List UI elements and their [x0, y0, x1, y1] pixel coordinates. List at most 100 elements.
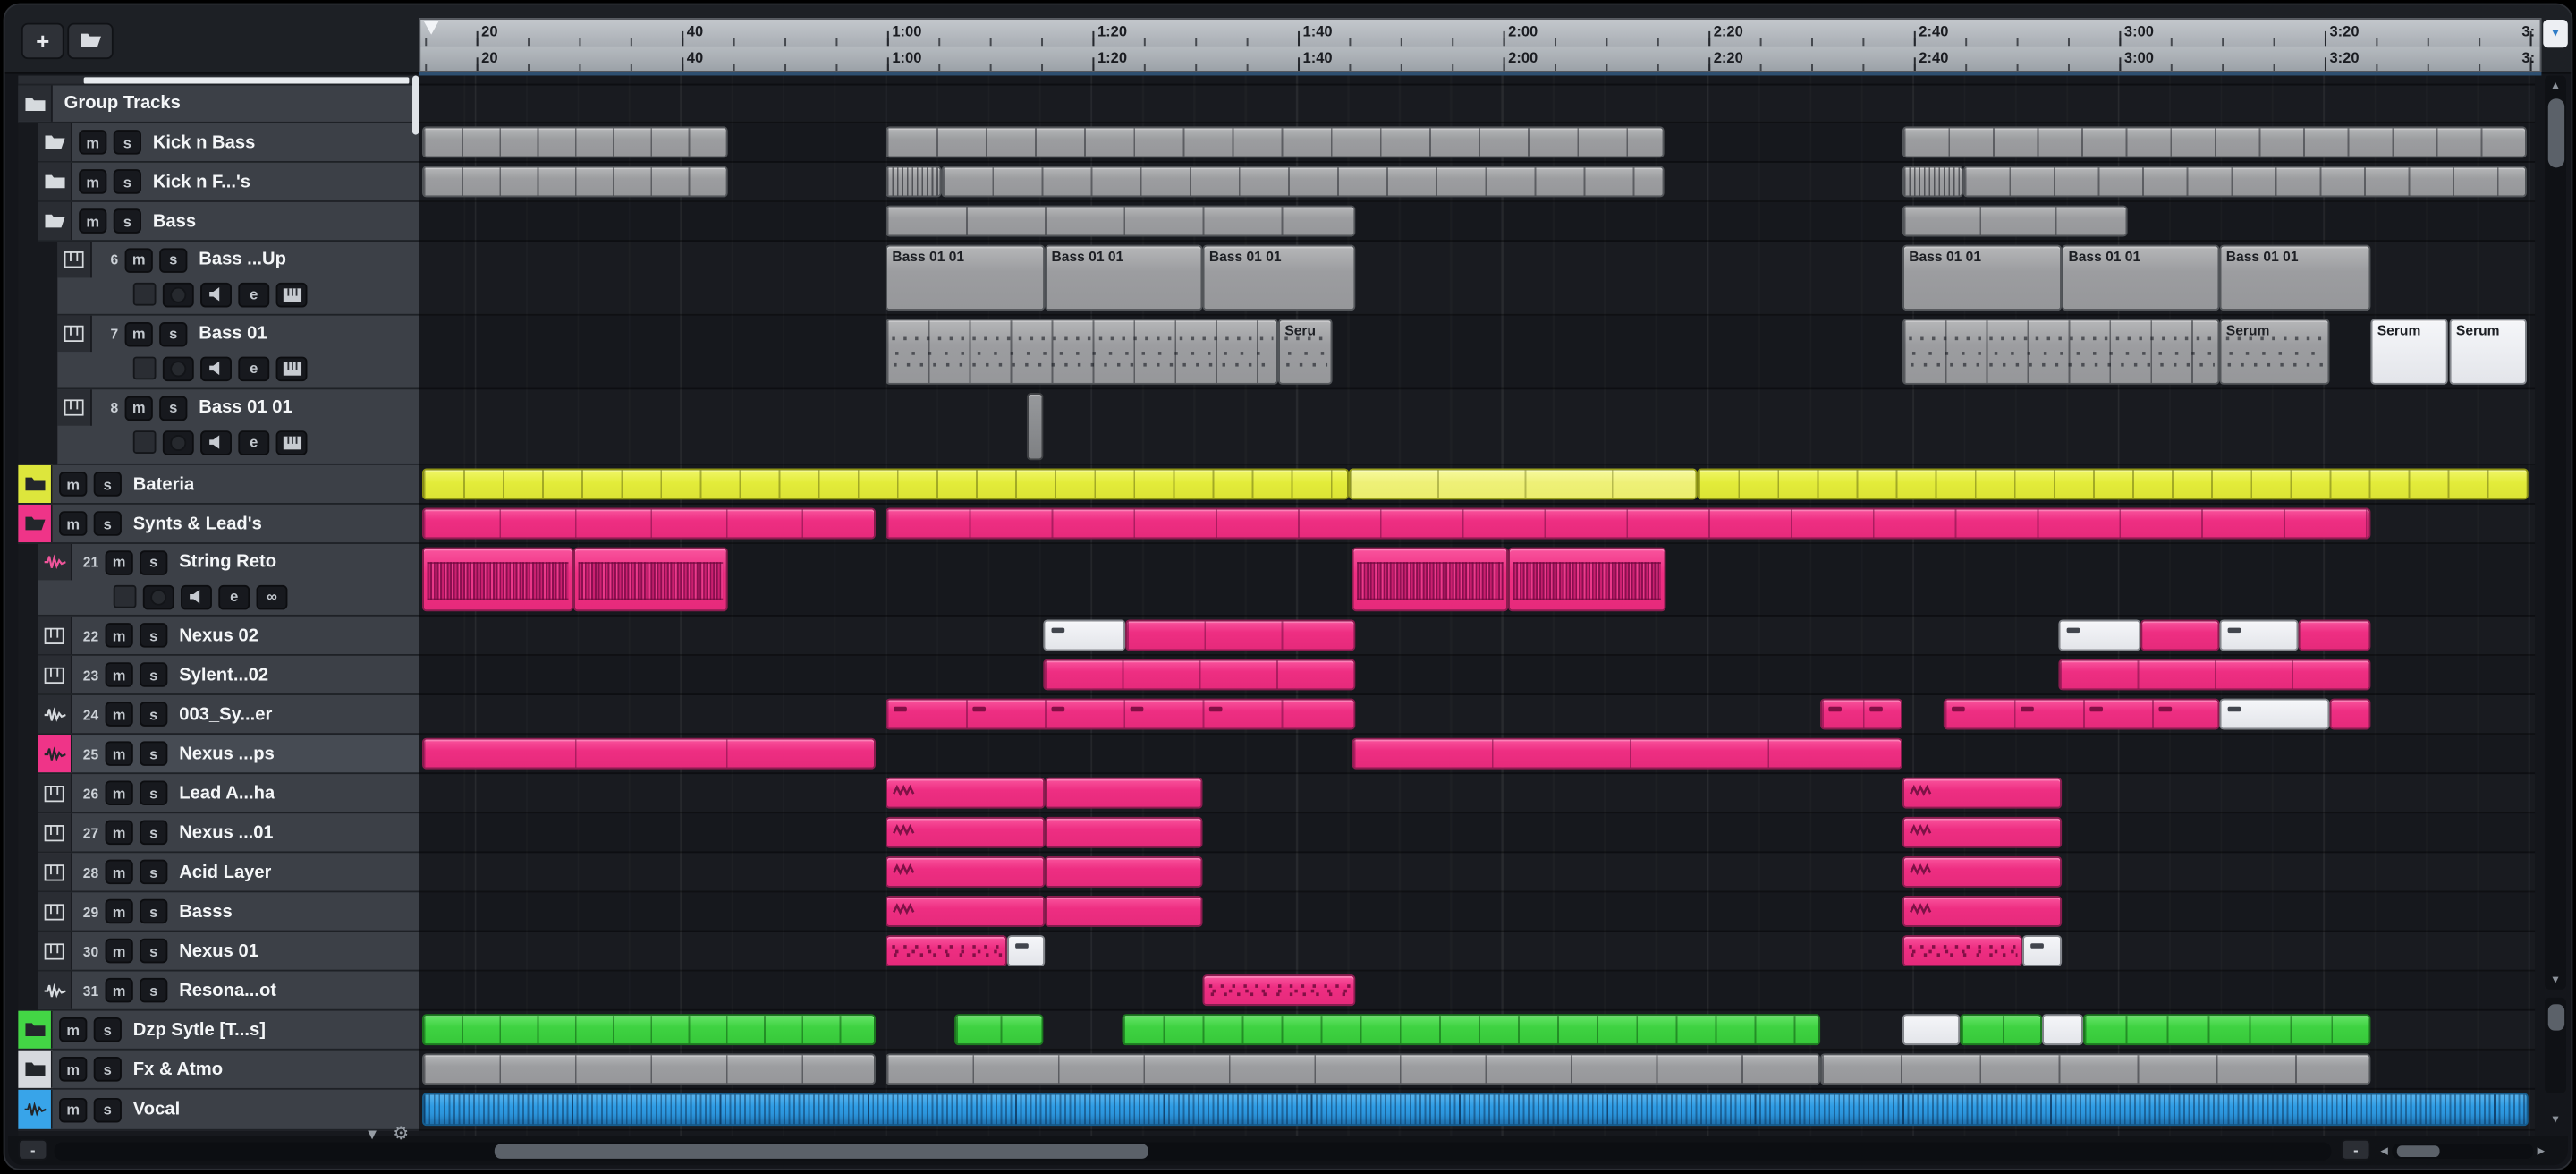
clip-bass-01-01[interactable]: Bass 01 01 — [1902, 244, 2063, 311]
mini-scroll-right-button[interactable]: ▶ — [2538, 1145, 2545, 1157]
record-arm-button[interactable] — [162, 281, 194, 307]
solo-button[interactable]: s — [140, 859, 168, 885]
clip[interactable] — [885, 816, 1046, 848]
monitor-button[interactable] — [200, 430, 232, 455]
track-row-resona-ot[interactable]: 31 m s Resona...ot — [38, 971, 419, 1011]
timeline-ruler-row[interactable]: 20 40 1:00 1:20 1:40 2:00 2:20 2:40 3:00 3:20 3: — [420, 46, 2540, 71]
track-row-bass-01[interactable]: 7 m s Bass 01 e — [57, 315, 419, 390]
clip[interactable] — [1902, 816, 2063, 848]
track-row-nexus-01[interactable]: 30 m s Nexus 01 — [38, 932, 419, 972]
clip[interactable] — [1006, 935, 1046, 966]
mute-button[interactable]: m — [124, 321, 153, 346]
solo-button[interactable]: s — [113, 208, 141, 234]
solo-button[interactable]: s — [140, 820, 168, 846]
solo-button[interactable]: s — [93, 472, 122, 497]
timeline-ruler[interactable]: 20 40 1:00 1:20 1:40 2:00 2:20 2:40 3:00 3:20 3: 20… — [419, 18, 2542, 72]
clip[interactable] — [885, 777, 1046, 809]
clip-serum[interactable]: Serum — [2219, 319, 2330, 385]
clip[interactable] — [1962, 166, 2527, 198]
clip[interactable] — [1902, 855, 2063, 888]
clip[interactable] — [2082, 1014, 2371, 1046]
clip[interactable] — [1902, 896, 2063, 927]
solo-button[interactable]: s — [113, 169, 141, 194]
mute-button[interactable]: m — [105, 702, 133, 727]
instrument-icon[interactable] — [275, 355, 308, 381]
clip[interactable] — [2140, 619, 2220, 651]
monitor-button[interactable] — [200, 355, 232, 381]
clip-serum[interactable]: Serum — [2449, 319, 2527, 385]
solo-button[interactable]: s — [140, 623, 168, 648]
solo-button[interactable]: s — [93, 1057, 122, 1082]
track-row-acid-layer[interactable]: 28 m s Acid Layer — [38, 853, 419, 893]
clip[interactable] — [885, 698, 1356, 730]
mute-button[interactable]: m — [59, 1097, 88, 1122]
clip[interactable] — [885, 855, 1046, 888]
zoom-out-tracks-button[interactable]: - — [18, 1138, 48, 1161]
clip[interactable] — [954, 1014, 1044, 1046]
edit-channel-button[interactable]: e — [238, 355, 270, 381]
solo-button[interactable]: s — [140, 977, 168, 1003]
open-folder-button[interactable] — [67, 22, 114, 60]
solo-button[interactable]: s — [93, 1097, 122, 1122]
instrument-icon[interactable] — [275, 430, 308, 455]
mute-button[interactable]: m — [105, 977, 133, 1003]
clip[interactable] — [1820, 698, 1902, 730]
edit-channel-button[interactable]: e — [238, 430, 270, 455]
clip[interactable] — [1348, 468, 1698, 500]
solo-button[interactable]: s — [140, 741, 168, 766]
track-row-bass-up[interactable]: 6 m s Bass ...Up e — [57, 241, 419, 316]
clip[interactable] — [1045, 855, 1203, 888]
clip-bass-01-01[interactable]: Bass 01 01 — [1045, 244, 1203, 311]
clip[interactable] — [1902, 319, 2220, 385]
clip[interactable] — [2058, 619, 2141, 651]
mute-button[interactable]: m — [59, 1057, 88, 1082]
edit-channel-button[interactable]: e — [218, 583, 250, 609]
record-arm-button[interactable] — [162, 430, 194, 455]
track-row-sylent-02[interactable]: 23 m s Sylent...02 — [38, 655, 419, 695]
tracklist-expand-chevron[interactable]: ▼ — [365, 1126, 379, 1142]
solo-button[interactable]: s — [93, 511, 122, 536]
vertical-zoom-track[interactable] — [2545, 997, 2566, 1093]
mute-button[interactable]: m — [124, 395, 153, 421]
clip[interactable] — [2219, 619, 2299, 651]
mute-button[interactable]: m — [105, 898, 133, 924]
monitor-button[interactable] — [181, 583, 212, 609]
track-row-vocal[interactable]: m s Vocal — [18, 1089, 419, 1131]
freeze-button[interactable]: ∞ — [256, 583, 288, 609]
clip[interactable] — [1508, 547, 1666, 612]
clip[interactable] — [1902, 777, 2063, 809]
clip[interactable] — [1045, 816, 1203, 848]
track-row-kick-n-bass[interactable]: m s Kick n Bass — [38, 123, 419, 163]
track-row-synts-lead-s[interactable]: m s Synts & Lead's — [18, 504, 419, 544]
scroll-down-button[interactable]: ▼ — [2545, 970, 2566, 990]
monitor-button[interactable] — [200, 281, 232, 307]
input-slot[interactable] — [132, 356, 157, 380]
clip[interactable] — [422, 166, 728, 198]
clip[interactable] — [885, 896, 1046, 927]
mute-button[interactable]: m — [79, 130, 107, 155]
clip[interactable] — [422, 1053, 876, 1085]
mini-scroll-thumb[interactable] — [2396, 1145, 2439, 1158]
mute-button[interactable]: m — [124, 247, 153, 272]
track-row-nexus-02[interactable]: 22 m s Nexus 02 — [38, 616, 419, 656]
edit-channel-button[interactable]: e — [238, 281, 270, 307]
track-row-dzp-sytle-t-s[interactable]: m s Dzp Sytle [T...s] — [18, 1010, 419, 1051]
track-row-bateria[interactable]: m s Bateria — [18, 464, 419, 505]
vertical-zoom-thumb[interactable] — [2546, 1004, 2564, 1031]
solo-button[interactable]: s — [140, 549, 168, 574]
clip[interactable] — [573, 547, 728, 612]
clip[interactable] — [2329, 698, 2371, 730]
instrument-icon[interactable] — [275, 281, 308, 307]
solo-button[interactable]: s — [140, 780, 168, 805]
horizontal-scroll-thumb[interactable] — [494, 1144, 1148, 1159]
solo-button[interactable]: s — [159, 395, 188, 421]
mute-button[interactable]: m — [105, 820, 133, 846]
clip[interactable] — [422, 1014, 876, 1046]
clip[interactable] — [1943, 698, 2220, 730]
track-row-hidden[interactable] — [18, 75, 419, 86]
mute-button[interactable]: m — [105, 623, 133, 648]
clip[interactable] — [1125, 619, 1356, 651]
mute-button[interactable]: m — [105, 549, 133, 574]
clip[interactable] — [1045, 896, 1203, 927]
clip[interactable] — [885, 507, 2371, 540]
